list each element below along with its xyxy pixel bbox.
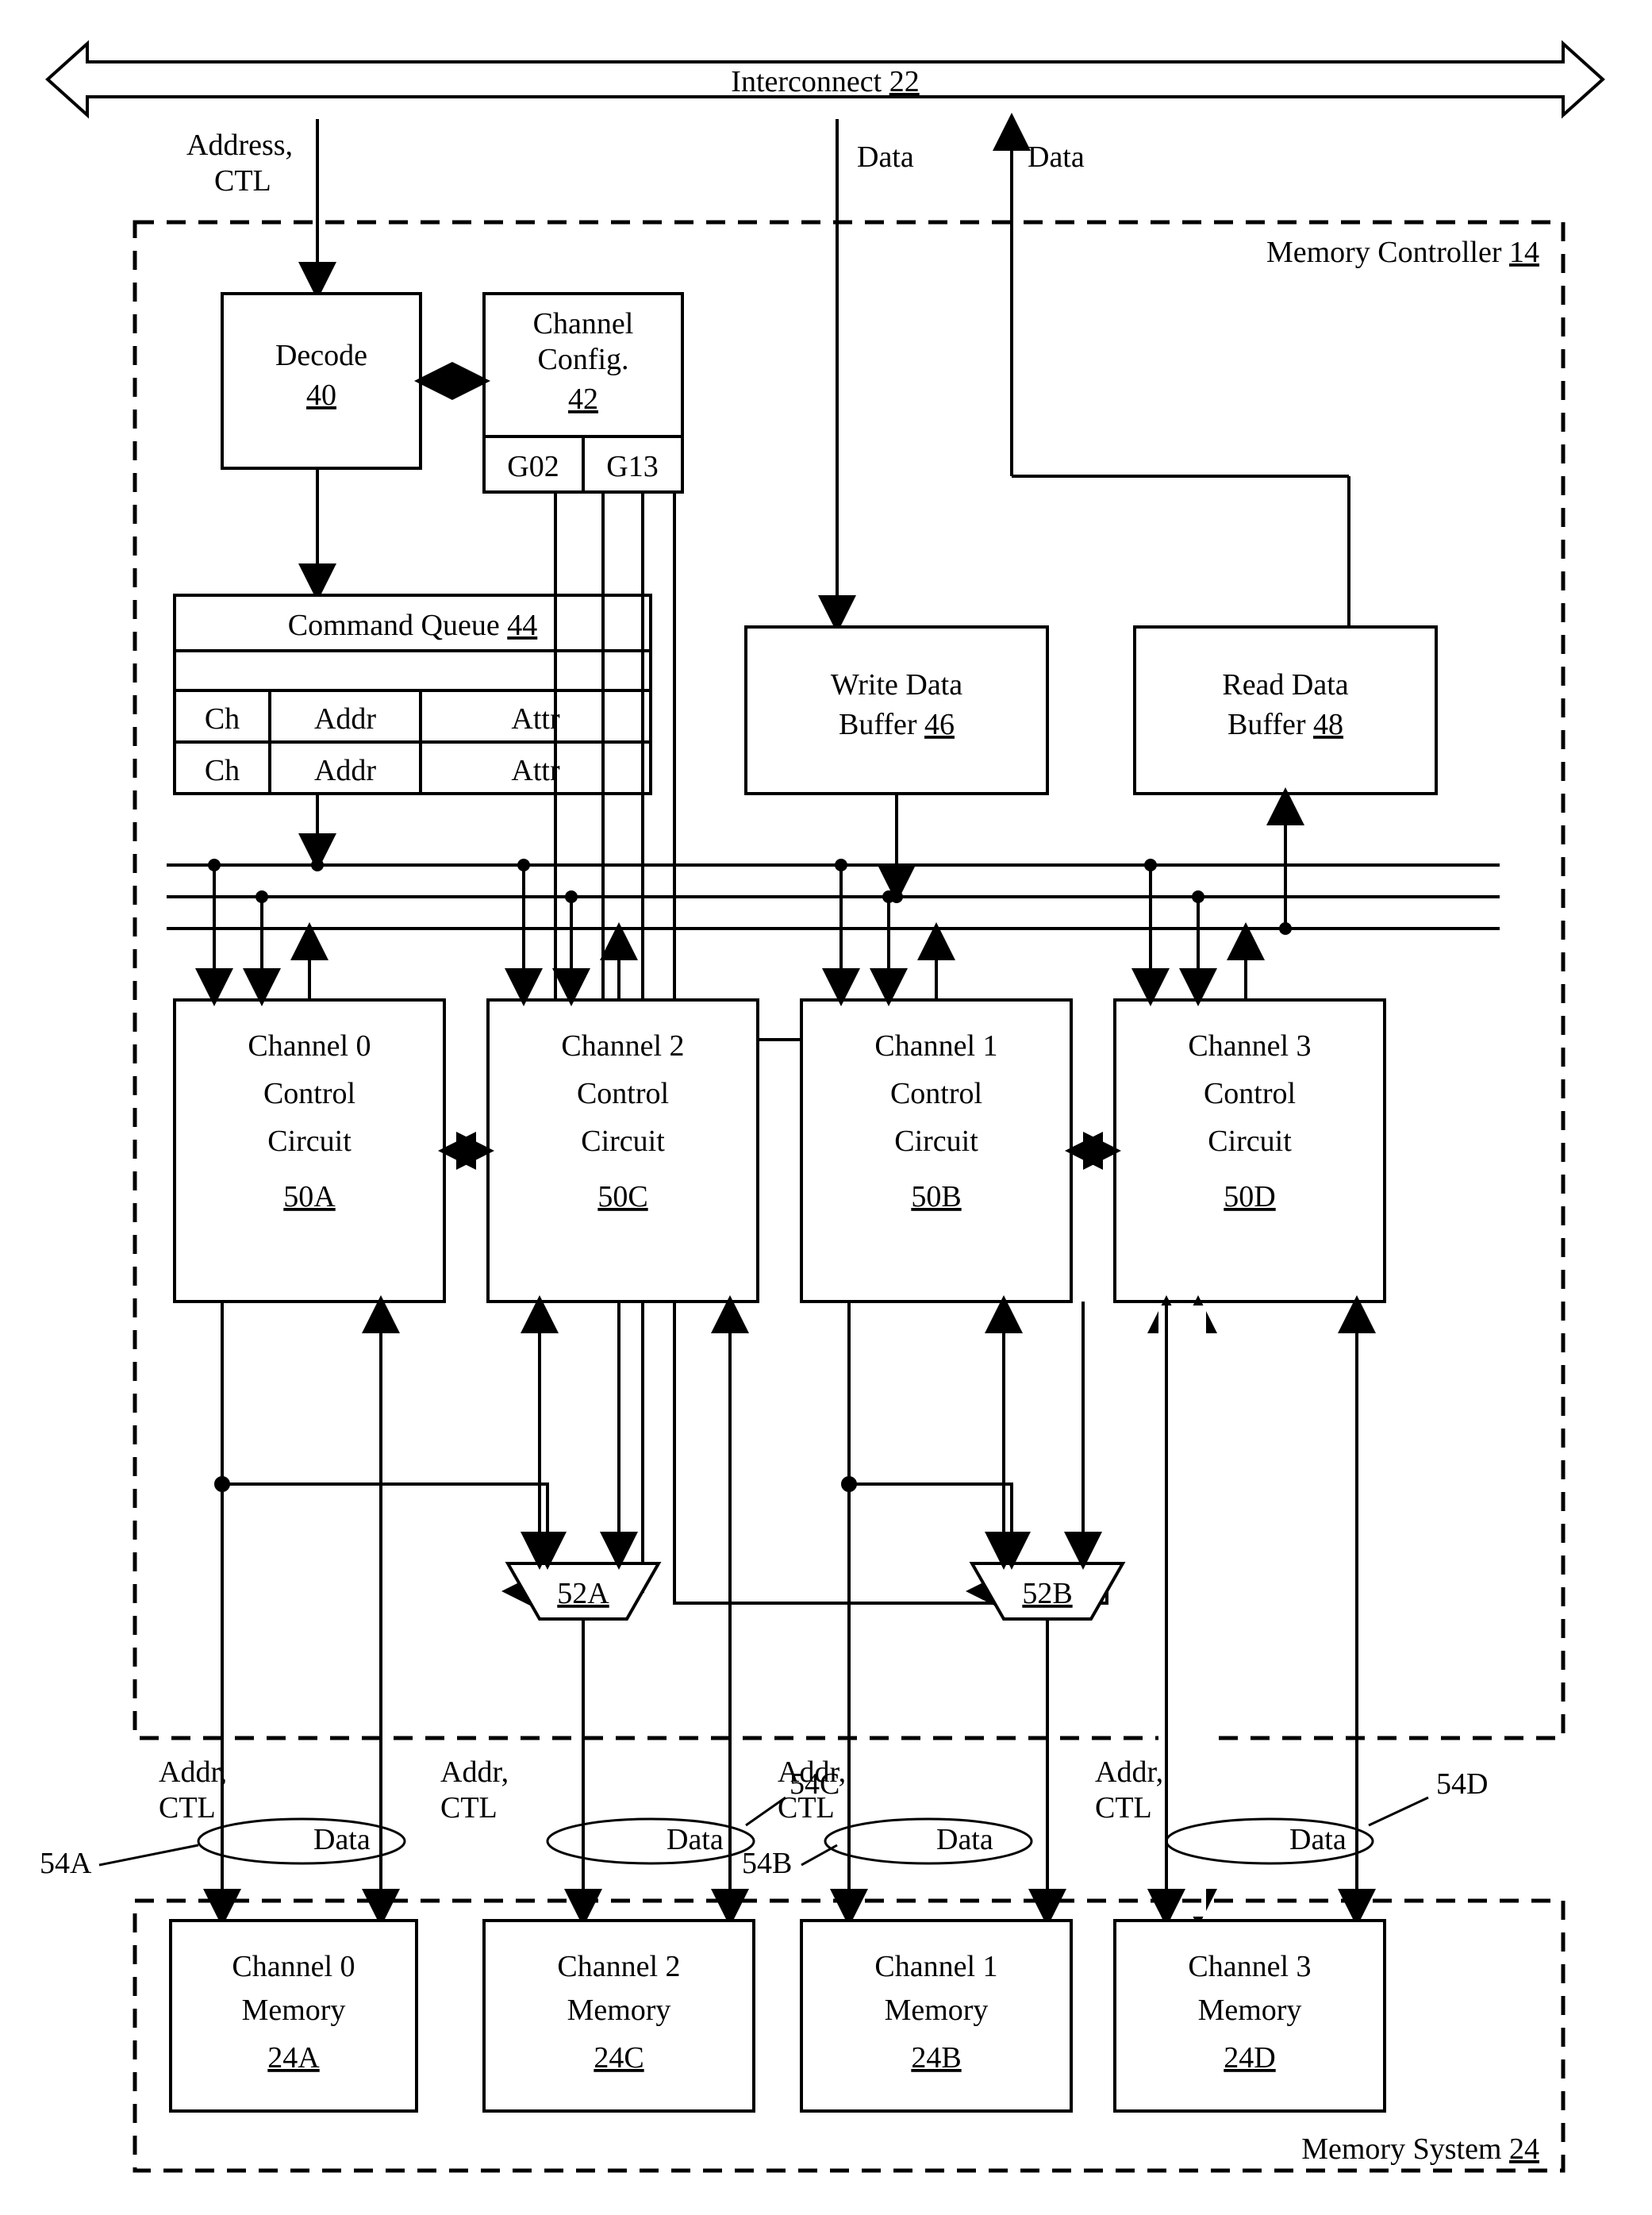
mem-2: Channel 2 Memory 24C — [484, 1921, 754, 2111]
lbl-54b: 54B — [742, 1847, 792, 1880]
wbuf-l1: Write Data — [831, 668, 962, 702]
svg-text:Data: Data — [313, 1823, 371, 1856]
mux-52a: 52A — [508, 1563, 659, 1619]
svg-text:Addr: Addr — [314, 754, 376, 787]
svg-text:Config.: Config. — [537, 343, 628, 376]
svg-text:Attr: Attr — [511, 702, 560, 736]
svg-text:CTL: CTL — [1095, 1791, 1152, 1825]
svg-text:Addr,: Addr, — [159, 1755, 227, 1789]
svg-text:CTL: CTL — [159, 1791, 216, 1825]
svg-text:50B: 50B — [911, 1180, 961, 1213]
svg-text:24A: 24A — [267, 2041, 320, 2075]
mux-52b: 52B — [972, 1563, 1123, 1619]
svg-text:CTL: CTL — [440, 1791, 498, 1825]
svg-text:24B: 24B — [911, 2041, 961, 2075]
channel-0-control: Channel 0 Control Circuit 50A — [175, 1000, 444, 1302]
svg-text:Memory: Memory — [242, 1994, 346, 2027]
svg-text:52B: 52B — [1022, 1577, 1072, 1610]
svg-text:Control: Control — [263, 1077, 355, 1110]
svg-text:Control: Control — [577, 1077, 669, 1110]
svg-text:Buffer 46: Buffer 46 — [839, 708, 955, 741]
cfg-g13: G13 — [606, 450, 658, 483]
svg-text:Channel 3: Channel 3 — [1188, 1950, 1311, 1983]
svg-text:Memory: Memory — [567, 1994, 671, 2027]
svg-text:Channel: Channel — [533, 307, 634, 340]
channel-3-control: Channel 3 Control Circuit 50D — [1115, 1000, 1385, 1302]
svg-text:Channel 2: Channel 2 — [557, 1950, 680, 1983]
lbl-54a: 54A — [40, 1847, 92, 1880]
mc-title: Memory Controller 14 — [1266, 236, 1539, 269]
svg-text:Data: Data — [936, 1823, 993, 1856]
bus-to-channels — [214, 865, 1246, 1000]
lbl-54d: 54D — [1436, 1767, 1488, 1801]
svg-text:Channel 3: Channel 3 — [1188, 1029, 1311, 1063]
decode-label: Decode — [275, 339, 367, 372]
svg-text:50D: 50D — [1224, 1180, 1275, 1213]
svg-text:Addr: Addr — [314, 702, 376, 736]
interconnect-ref: 22 — [889, 65, 920, 98]
svg-text:Interconnect 22: Interconnect 22 — [731, 65, 919, 98]
svg-text:Circuit: Circuit — [581, 1125, 665, 1158]
svg-text:42: 42 — [568, 383, 598, 416]
svg-text:Command Queue 44: Command Queue 44 — [288, 609, 538, 642]
lbl-54c: 54C — [790, 1767, 839, 1801]
svg-text:Circuit: Circuit — [267, 1125, 352, 1158]
svg-text:Data: Data — [1289, 1823, 1347, 1856]
command-queue-block: Command Queue 44 Ch Addr Attr Ch Addr At… — [175, 595, 651, 794]
svg-text:50A: 50A — [283, 1180, 336, 1213]
ext-data-down: Data — [857, 140, 914, 174]
mem-0: Channel 0 Memory 24A — [171, 1921, 417, 2111]
decode-ref: 40 — [306, 379, 336, 412]
svg-text:Control: Control — [1204, 1077, 1296, 1110]
svg-text:Addr,: Addr, — [440, 1755, 509, 1789]
svg-text:24D: 24D — [1224, 2041, 1275, 2075]
channel-2-control: Channel 2 Control Circuit 50C — [488, 1000, 758, 1302]
ms-title: Memory System 24 — [1301, 2132, 1539, 2166]
svg-text:Control: Control — [890, 1077, 982, 1110]
svg-text:Ch: Ch — [205, 702, 240, 736]
svg-text:Circuit: Circuit — [894, 1125, 978, 1158]
svg-text:Channel 0: Channel 0 — [232, 1950, 355, 1983]
svg-text:24C: 24C — [594, 2041, 644, 2075]
ext-ctl: CTL — [214, 164, 271, 198]
svg-text:Addr,: Addr, — [1095, 1755, 1163, 1789]
ext-data-up: Data — [1028, 140, 1085, 174]
svg-text:Data: Data — [667, 1823, 724, 1856]
ext-addr: Address, — [186, 129, 293, 162]
svg-text:52A: 52A — [557, 1577, 609, 1610]
cfg-g02: G02 — [507, 450, 559, 483]
svg-text:50C: 50C — [597, 1180, 647, 1213]
interconnect-label: Interconnect — [731, 65, 882, 98]
hbus — [167, 865, 1500, 929]
svg-text:Attr: Attr — [511, 754, 560, 787]
channel-config-block: Channel Config. 42 G02 G13 — [484, 294, 682, 492]
mem-3: Channel 3 Memory 24D — [1115, 1921, 1385, 2111]
svg-text:Buffer 48: Buffer 48 — [1227, 708, 1343, 741]
svg-text:Memory: Memory — [1198, 1994, 1302, 2027]
channel-1-control: Channel 1 Control Circuit 50B — [801, 1000, 1071, 1302]
svg-text:Channel 1: Channel 1 — [874, 1950, 997, 1983]
svg-text:Ch: Ch — [205, 754, 240, 787]
rbuf-l1: Read Data — [1222, 668, 1348, 702]
svg-text:Channel 2: Channel 2 — [561, 1029, 684, 1063]
mem-1: Channel 1 Memory 24B — [801, 1921, 1071, 2111]
interconnect-bus: Interconnect 22 — [48, 44, 1603, 115]
svg-text:Channel 1: Channel 1 — [874, 1029, 997, 1063]
svg-text:Channel 0: Channel 0 — [248, 1029, 371, 1063]
svg-text:Memory: Memory — [885, 1994, 989, 2027]
svg-text:Circuit: Circuit — [1208, 1125, 1292, 1158]
